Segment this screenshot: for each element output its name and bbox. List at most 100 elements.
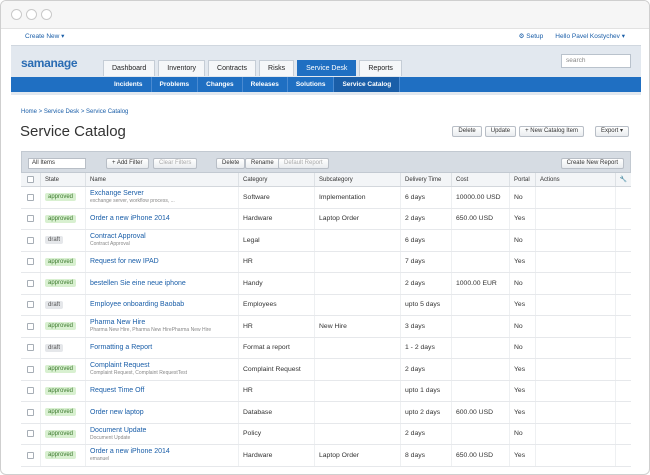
state-cell: approved xyxy=(41,445,86,466)
item-name-link[interactable]: bestellen Sie eine neue iphone xyxy=(90,280,238,287)
item-name-link[interactable]: Formatting a Report xyxy=(90,344,238,351)
table-row[interactable]: draft Formatting a Report Format a report 1… xyxy=(21,337,631,359)
row-checkbox[interactable] xyxy=(27,322,34,330)
row-checkbox[interactable] xyxy=(27,301,34,309)
table-row[interactable]: approved Pharma New Hire Pharma New Hire, … xyxy=(21,316,631,338)
delete-button[interactable]: Delete xyxy=(452,126,482,137)
item-name-link[interactable]: Contract Approval xyxy=(90,233,238,240)
table-row[interactable]: approved Request for new IPAD HR 7 days Yes xyxy=(21,251,631,273)
status-badge: approved xyxy=(45,279,77,288)
table-row[interactable]: draft Contract Approval Contract Approval L… xyxy=(21,230,631,252)
item-name-link[interactable]: Pharma New Hire xyxy=(90,319,238,326)
portal-cell: Yes xyxy=(510,294,536,315)
col-subcategory[interactable]: Subcategory xyxy=(315,173,401,186)
subnav-problems[interactable]: Problems xyxy=(152,77,199,92)
table-row[interactable]: approved Order new laptop Database upto 2 d… xyxy=(21,402,631,424)
subcategory-cell xyxy=(315,359,401,380)
samanage-logo[interactable]: samanage xyxy=(21,56,78,70)
tab-contracts[interactable]: Contracts xyxy=(208,60,257,76)
row-checkbox[interactable] xyxy=(27,408,34,416)
subnav-changes[interactable]: Changes xyxy=(198,77,243,92)
row-checkbox[interactable] xyxy=(27,451,34,459)
table-row[interactable]: approved Complaint Request Complaint Reque… xyxy=(21,359,631,381)
tab-risks[interactable]: Risks xyxy=(259,60,295,76)
item-name-link[interactable]: Document Update xyxy=(90,427,238,434)
col-state[interactable]: State xyxy=(41,173,86,186)
table-row[interactable]: approved bestellen Sie eine neue iphone Ha… xyxy=(21,273,631,295)
item-name-link[interactable]: Order a new iPhone 2014 xyxy=(90,448,238,455)
row-checkbox[interactable] xyxy=(27,258,34,266)
create-new-menu[interactable]: Create New ▾ xyxy=(25,32,64,40)
state-cell: approved xyxy=(41,273,86,294)
spacer-cell xyxy=(616,381,631,402)
row-checkbox[interactable] xyxy=(27,215,34,223)
category-cell: Hardware xyxy=(239,445,315,466)
item-name-link[interactable]: Complaint Request xyxy=(90,362,238,369)
state-cell: approved xyxy=(41,380,86,401)
tab-service-desk[interactable]: Service Desk xyxy=(297,60,357,76)
clear-filters-button[interactable]: Clear Filters xyxy=(153,158,198,169)
add-filter-button[interactable]: + Add Filter xyxy=(106,158,149,169)
window-close-dot[interactable] xyxy=(11,9,22,20)
filter-select[interactable]: All Items xyxy=(28,158,86,169)
delete-report-button[interactable]: Delete xyxy=(216,158,246,169)
spacer-cell xyxy=(616,402,631,423)
subnav-service-catalog[interactable]: Service Catalog xyxy=(334,77,401,92)
col-name[interactable]: Name xyxy=(86,173,239,186)
portal-cell: Yes xyxy=(510,445,536,466)
search-input[interactable]: search xyxy=(561,54,631,68)
row-checkbox[interactable] xyxy=(27,236,34,244)
row-checkbox[interactable] xyxy=(27,430,34,438)
browser-window: Create New ▾ ⚙ Setup Hello Pavel Kostych… xyxy=(0,0,650,475)
table-row[interactable]: approved Order a new iPhone 2014 Hardware L… xyxy=(21,208,631,230)
cost-cell xyxy=(452,294,510,315)
table-row[interactable]: approved Order a new iPhone 2014 emanuel Ha… xyxy=(21,445,631,467)
table-row[interactable]: draft Employee onboarding Baobab Employees… xyxy=(21,294,631,316)
item-name-link[interactable]: Employee onboarding Baobab xyxy=(90,301,238,308)
row-checkbox[interactable] xyxy=(27,279,34,287)
user-menu[interactable]: Hello Pavel Kostychev ▾ xyxy=(555,32,625,40)
row-checkbox[interactable] xyxy=(27,344,34,352)
wrench-icon[interactable]: 🔧 xyxy=(616,173,631,186)
table-row[interactable]: approved Document Update Document Update Po… xyxy=(21,423,631,445)
col-delivery-time[interactable]: Delivery Time xyxy=(401,173,452,186)
row-checkbox[interactable] xyxy=(27,193,34,201)
col-category[interactable]: Category xyxy=(239,173,315,186)
item-name-link[interactable]: Exchange Server xyxy=(90,190,238,197)
row-checkbox[interactable] xyxy=(27,387,34,395)
export-button[interactable]: Export ▾ xyxy=(594,126,629,137)
category-cell: Format a report xyxy=(239,337,315,358)
item-name-link[interactable]: Request Time Off xyxy=(90,387,238,394)
select-all-checkbox[interactable] xyxy=(27,176,34,183)
category-cell: Handy xyxy=(239,273,315,294)
col-portal[interactable]: Portal xyxy=(510,173,536,186)
table-row[interactable]: approved Exchange Server exchange server, … xyxy=(21,187,631,209)
subnav-releases[interactable]: Releases xyxy=(243,77,288,92)
new-catalog-item-button[interactable]: + New Catalog Item xyxy=(519,126,584,137)
subnav-solutions[interactable]: Solutions xyxy=(288,77,335,92)
rename-report-button[interactable]: Rename xyxy=(245,158,280,169)
portal-cell: No xyxy=(510,187,536,208)
window-minimize-dot[interactable] xyxy=(26,9,37,20)
item-name-link[interactable]: Order new laptop xyxy=(90,409,238,416)
breadcrumb[interactable]: Home > Service Desk > Service Catalog xyxy=(21,109,128,115)
create-new-report-button[interactable]: Create New Report xyxy=(560,158,624,169)
row-checkbox[interactable] xyxy=(27,365,34,373)
tab-reports[interactable]: Reports xyxy=(359,60,402,76)
setup-link[interactable]: ⚙ Setup xyxy=(519,32,544,40)
item-name-link[interactable]: Order a new iPhone 2014 xyxy=(90,215,238,222)
spacer-cell xyxy=(616,187,631,208)
table-row[interactable]: approved Request Time Off HR upto 1 days Yes xyxy=(21,380,631,402)
default-report-button[interactable]: Default Report xyxy=(278,158,329,169)
update-button[interactable]: Update xyxy=(484,126,517,137)
status-badge: approved xyxy=(45,386,77,395)
tab-inventory[interactable]: Inventory xyxy=(158,60,206,76)
window-maximize-dot[interactable] xyxy=(41,9,52,20)
tab-dashboard[interactable]: Dashboard xyxy=(103,60,156,76)
actions-cell xyxy=(536,273,616,294)
item-name-link[interactable]: Request for new IPAD xyxy=(90,258,238,265)
spacer-cell xyxy=(616,424,631,445)
subnav-incidents[interactable]: Incidents xyxy=(106,77,152,92)
col-cost[interactable]: Cost xyxy=(452,173,510,186)
subcategory-cell: Laptop Order xyxy=(315,208,401,229)
